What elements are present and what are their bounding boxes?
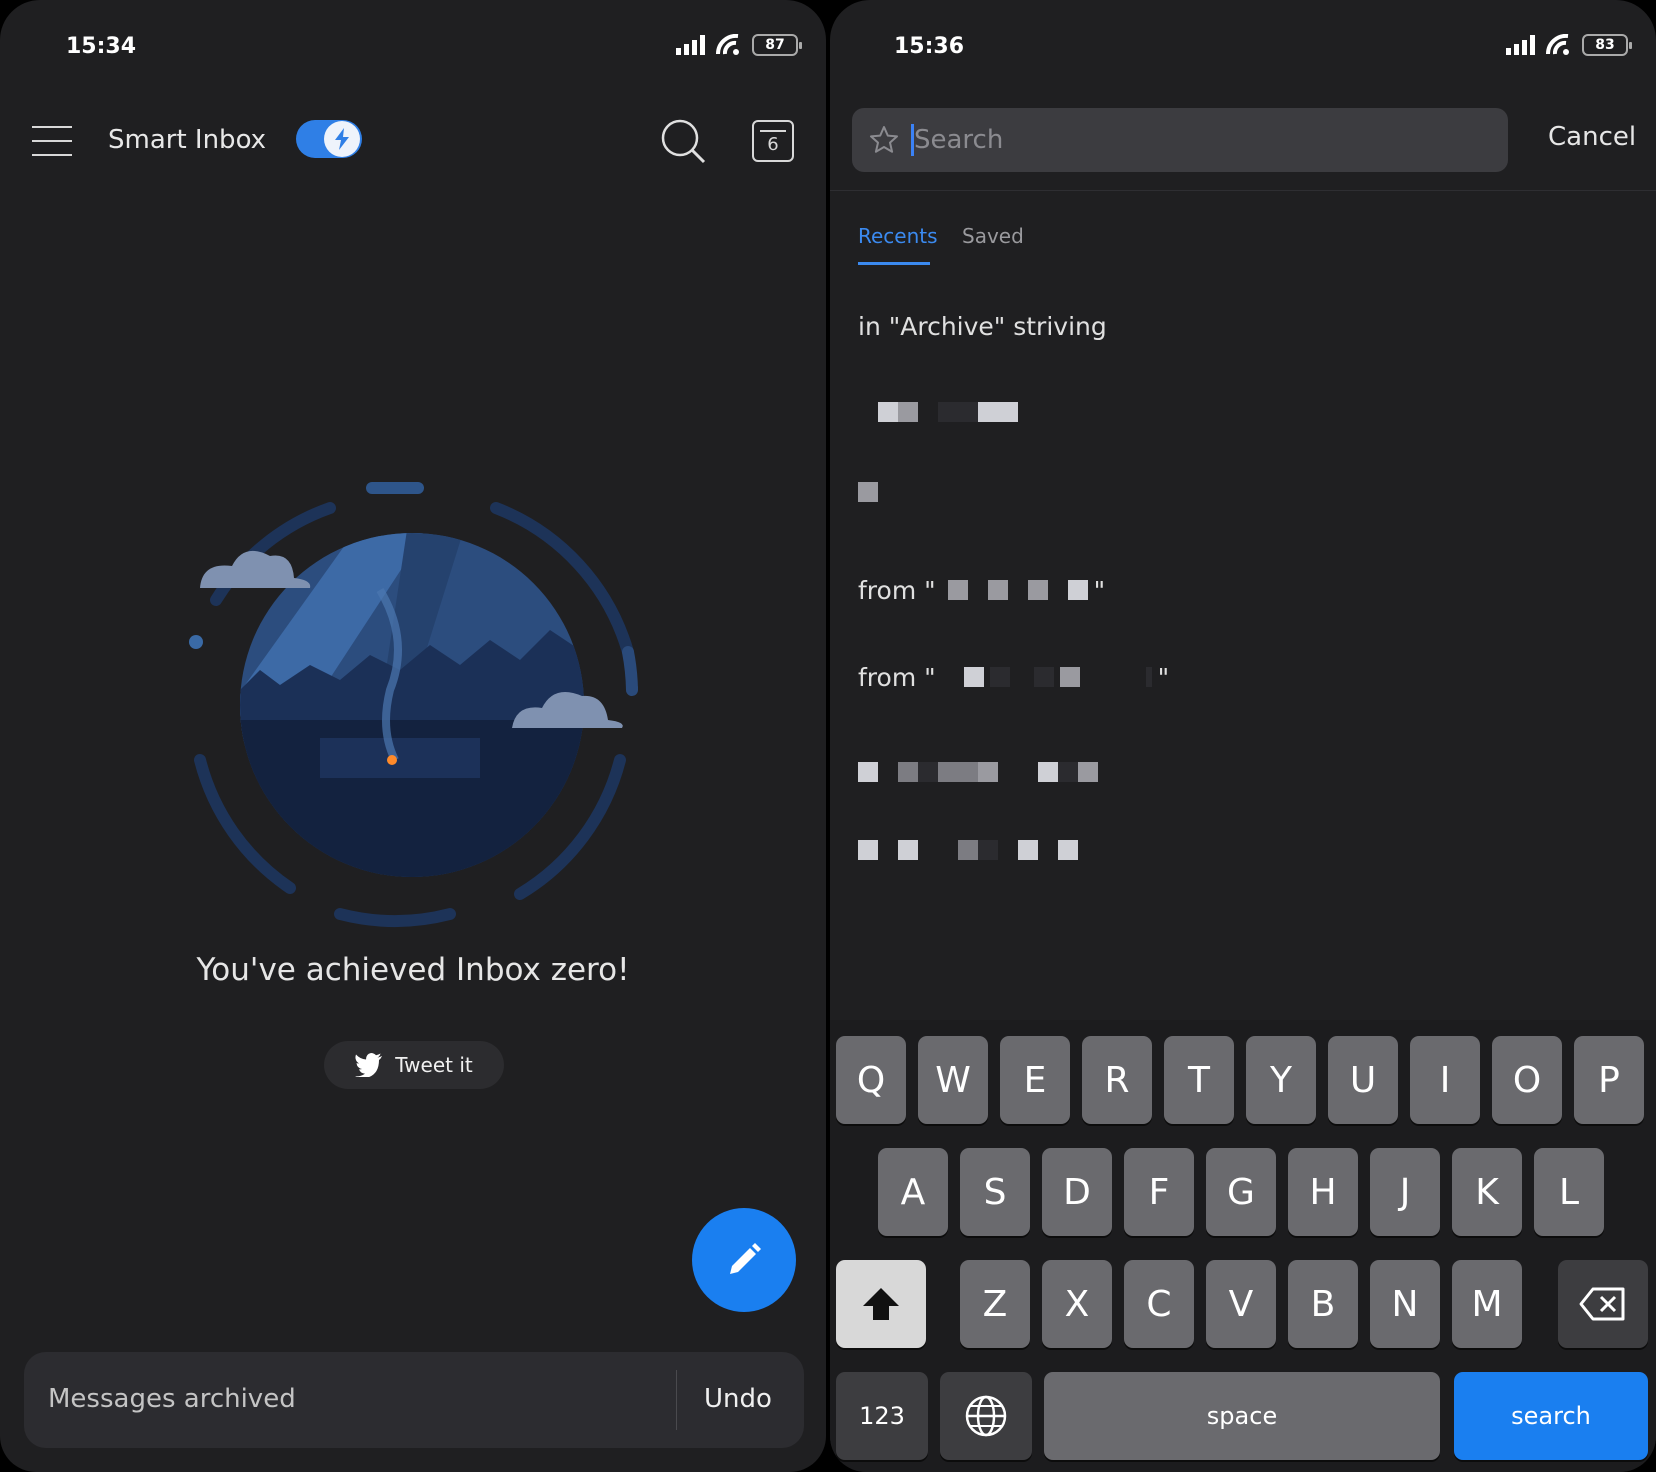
key-e[interactable]: E xyxy=(1000,1036,1070,1124)
snackbar: Messages archived Undo xyxy=(24,1352,804,1448)
status-bar: 15:34 87 xyxy=(0,30,826,70)
star-icon[interactable] xyxy=(868,124,900,156)
recent-search-suffix: " xyxy=(1093,575,1106,605)
space-key[interactable]: space xyxy=(1044,1372,1440,1460)
on-screen-keyboard: QWERTYUIOP ASDFGHJKL ZXCVBNM 123 space s… xyxy=(830,1020,1656,1472)
undo-button[interactable]: Undo xyxy=(704,1384,772,1414)
active-tab-indicator xyxy=(858,262,930,265)
recent-search-item[interactable]: in "Archive" striving xyxy=(858,306,1107,346)
snackbar-divider xyxy=(676,1370,677,1430)
battery-indicator: 87 xyxy=(752,34,802,56)
key-d[interactable]: D xyxy=(1042,1148,1112,1236)
wifi-icon xyxy=(1546,34,1569,55)
backspace-icon xyxy=(1579,1287,1625,1321)
key-z[interactable]: Z xyxy=(960,1260,1030,1348)
key-k[interactable]: K xyxy=(1452,1148,1522,1236)
recent-search-prefix: from " xyxy=(858,662,936,692)
search-key[interactable]: search xyxy=(1454,1372,1648,1460)
snackbar-message: Messages archived xyxy=(48,1384,296,1414)
pencil-icon xyxy=(730,1243,761,1274)
key-y[interactable]: Y xyxy=(1246,1036,1316,1124)
key-x[interactable]: X xyxy=(1042,1260,1112,1348)
recent-search-suffix: " xyxy=(1157,662,1170,692)
status-bar: 15:36 83 xyxy=(830,30,1656,70)
calendar-day: 6 xyxy=(767,133,779,155)
key-i[interactable]: I xyxy=(1410,1036,1480,1124)
search-screen: 15:36 83 Cancel Recents Saved in "Archiv… xyxy=(830,0,1656,1472)
search-field[interactable] xyxy=(852,108,1508,172)
page-title: Smart Inbox xyxy=(108,125,267,155)
key-g[interactable]: G xyxy=(1206,1148,1276,1236)
calendar-button[interactable]: 6 xyxy=(752,120,794,162)
backspace-key[interactable] xyxy=(1558,1260,1648,1348)
key-l[interactable]: L xyxy=(1534,1148,1604,1236)
recent-search-item[interactable] xyxy=(858,472,878,512)
key-f[interactable]: F xyxy=(1124,1148,1194,1236)
key-c[interactable]: C xyxy=(1124,1260,1194,1348)
smart-inbox-toggle[interactable] xyxy=(296,120,362,158)
key-v[interactable]: V xyxy=(1206,1260,1276,1348)
status-time: 15:36 xyxy=(894,34,965,59)
key-a[interactable]: A xyxy=(878,1148,948,1236)
wifi-icon xyxy=(716,34,739,55)
top-bar: Smart Inbox 6 xyxy=(0,110,826,170)
recent-search-item[interactable]: from " " xyxy=(858,570,1105,610)
status-time: 15:34 xyxy=(66,34,137,59)
cellular-signal-icon xyxy=(676,35,705,55)
key-m[interactable]: M xyxy=(1452,1260,1522,1348)
menu-icon[interactable] xyxy=(32,126,74,156)
cancel-button[interactable]: Cancel xyxy=(1548,122,1636,152)
lightning-icon xyxy=(324,121,360,157)
inbox-zero-message: You've achieved Inbox zero! xyxy=(196,952,630,988)
key-n[interactable]: N xyxy=(1370,1260,1440,1348)
recent-search-item[interactable] xyxy=(858,752,1098,792)
search-input[interactable] xyxy=(914,118,1474,162)
recent-search-prefix: from " xyxy=(858,575,936,605)
key-s[interactable]: S xyxy=(960,1148,1030,1236)
compose-button[interactable] xyxy=(692,1208,796,1312)
key-r[interactable]: R xyxy=(1082,1036,1152,1124)
globe-key[interactable] xyxy=(940,1372,1032,1460)
tab-saved[interactable]: Saved xyxy=(962,224,1024,248)
shift-key[interactable] xyxy=(836,1260,926,1348)
numbers-key[interactable]: 123 xyxy=(836,1372,928,1460)
recent-search-text: in "Archive" striving xyxy=(858,311,1107,341)
recent-search-item[interactable] xyxy=(858,830,1078,870)
key-j[interactable]: J xyxy=(1370,1148,1440,1236)
header-divider xyxy=(830,190,1656,191)
battery-indicator: 83 xyxy=(1582,34,1632,56)
inbox-screen: 15:34 87 Smart Inbox 6 You've achieved I… xyxy=(0,0,826,1472)
tweet-it-button[interactable]: Tweet it xyxy=(324,1041,504,1089)
recent-search-item[interactable]: from " " xyxy=(858,657,1169,697)
key-h[interactable]: H xyxy=(1288,1148,1358,1236)
recent-search-item[interactable] xyxy=(878,392,1018,432)
search-icon[interactable] xyxy=(660,118,708,166)
key-q[interactable]: Q xyxy=(836,1036,906,1124)
tweet-it-label: Tweet it xyxy=(395,1053,473,1077)
key-t[interactable]: T xyxy=(1164,1036,1234,1124)
cellular-signal-icon xyxy=(1506,35,1535,55)
key-w[interactable]: W xyxy=(918,1036,988,1124)
tab-recents[interactable]: Recents xyxy=(858,224,938,248)
key-p[interactable]: P xyxy=(1574,1036,1644,1124)
twitter-bird-icon xyxy=(355,1053,383,1077)
key-u[interactable]: U xyxy=(1328,1036,1398,1124)
key-o[interactable]: O xyxy=(1492,1036,1562,1124)
key-b[interactable]: B xyxy=(1288,1260,1358,1348)
globe-icon xyxy=(965,1395,1007,1437)
shift-arrow-icon xyxy=(863,1288,899,1320)
inbox-zero-illustration xyxy=(189,482,638,927)
